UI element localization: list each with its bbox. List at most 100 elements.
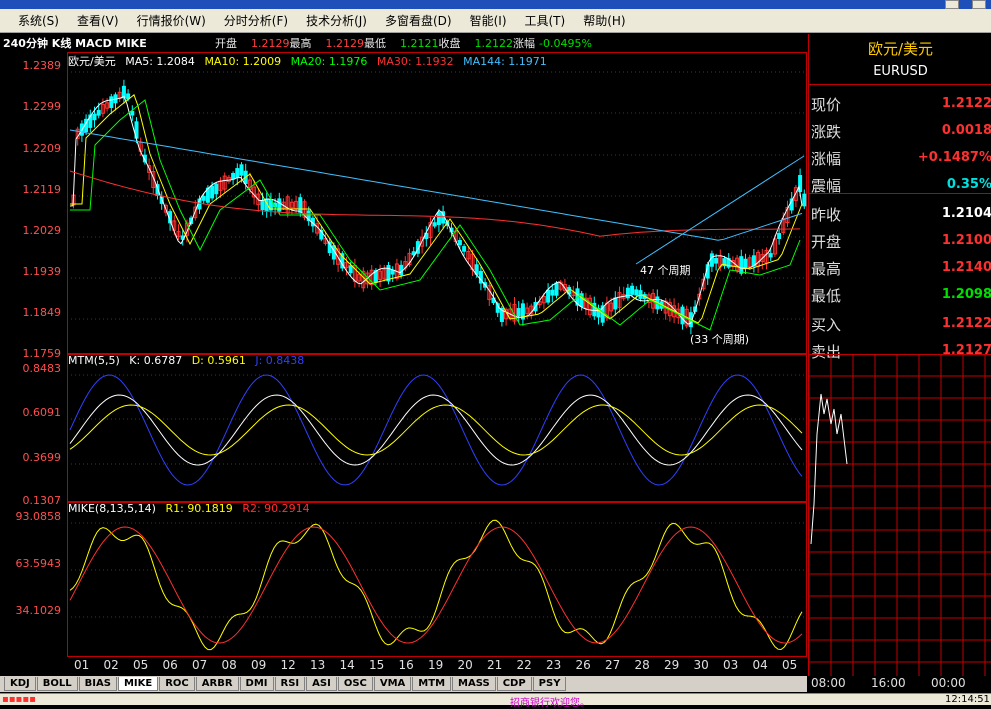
x-tick-label: 15	[369, 658, 385, 672]
quote-row-label: 买入	[811, 316, 842, 334]
trend-line	[635, 155, 805, 265]
intraday-time-label: 08:00	[811, 676, 846, 690]
tab-osc[interactable]: OSC	[337, 677, 373, 691]
period-annotation: (33 个周期)	[690, 333, 749, 346]
x-tick-label: 27	[605, 658, 621, 672]
quote-row-label: 涨跌	[811, 123, 842, 141]
quote-row-value: 1.2100	[941, 233, 991, 248]
candle-body	[739, 256, 744, 274]
quote-row-value: +0.1487%	[917, 150, 991, 165]
ma144-legend: MA144: 1.1971	[463, 55, 547, 68]
candle-body	[92, 113, 97, 121]
status-clock: 12:14:51	[945, 694, 990, 705]
quote-row-label: 涨幅	[811, 150, 842, 168]
tab-boll[interactable]: BOLL	[36, 677, 78, 691]
candle-body	[231, 172, 236, 180]
candle-body	[96, 109, 101, 116]
candle-body	[743, 258, 748, 269]
x-tick-label: 07	[192, 658, 208, 672]
x-tick-label: 05	[782, 658, 798, 672]
mike-legend: MIKE(8,13,5,14) R1: 90.1819 R2: 90.2914	[68, 502, 316, 515]
candle-body	[210, 185, 215, 199]
mtm-title: MTM(5,5)	[68, 354, 120, 367]
mtm-d-value: D: 0.5961	[191, 354, 246, 367]
candle-body	[109, 96, 114, 108]
y-tick-label: 1.1759	[22, 347, 62, 360]
candle-body	[260, 199, 265, 211]
tab-mike[interactable]: MIKE	[117, 677, 159, 691]
tab-asi[interactable]: ASI	[306, 677, 337, 691]
tab-rsi[interactable]: RSI	[274, 677, 306, 691]
ma20-line	[70, 99, 801, 331]
tab-vma[interactable]: VMA	[373, 677, 412, 691]
chart-canvas: 47 个周期 (33 个周期)	[67, 71, 807, 651]
candle-body	[554, 282, 559, 296]
candle-body	[457, 240, 462, 246]
candle-body	[709, 253, 714, 267]
candle-body	[390, 269, 395, 275]
x-tick-label: 23	[546, 658, 562, 672]
x-tick-label: 08	[221, 658, 237, 672]
quote-row-label: 现价	[811, 96, 842, 114]
quote-row-value: 1.2122	[941, 316, 991, 331]
intraday-mini-chart[interactable]	[809, 354, 991, 676]
candle-body	[630, 285, 635, 295]
tab-dmi[interactable]: DMI	[239, 677, 274, 691]
x-tick-label: 12	[280, 658, 296, 672]
status-left-marquee: ▪▪▪▪▪	[2, 694, 36, 705]
candle-body	[777, 233, 782, 239]
candle-body	[634, 289, 639, 296]
y-tick-label: 93.0858	[15, 510, 62, 523]
x-tick-label: 30	[693, 658, 709, 672]
intraday-time-label: 16:00	[871, 676, 906, 690]
y-tick-label: 63.5943	[15, 557, 62, 570]
status-bar: ▪▪▪▪▪ 招商银行欢迎您。 12:14:51	[0, 693, 991, 709]
candle-body	[399, 264, 404, 276]
y-tick-label: 1.2209	[22, 142, 62, 155]
tab-roc[interactable]: ROC	[159, 677, 195, 691]
candle-body	[214, 183, 219, 195]
y-tick-label: 1.2029	[22, 224, 62, 237]
quote-separator	[809, 84, 991, 85]
minimize-button[interactable]	[945, 0, 959, 9]
indicator-tabs: KDJ BOLL BIAS MIKE ROC ARBR DMI RSI ASI OSC VMA MTM…	[0, 676, 807, 692]
candle-body	[613, 297, 618, 310]
mike-r1-value: R1: 90.1819	[165, 502, 233, 515]
x-tick-label: 01	[74, 658, 90, 672]
close-button[interactable]	[972, 0, 986, 9]
mtm-legend: MTM(5,5) K: 0.6787 D: 0.5961 J: 0.8438	[68, 354, 310, 367]
candle-body	[768, 253, 773, 258]
x-tick-label: 22	[516, 658, 532, 672]
tab-arbr[interactable]: ARBR	[195, 677, 239, 691]
quote-row-label: 开盘	[811, 233, 842, 251]
x-tick-label: 13	[310, 658, 326, 672]
tab-mtm[interactable]: MTM	[412, 677, 452, 691]
instrument-name: 欧元/美元	[68, 55, 116, 68]
y-tick-label: 1.1849	[22, 306, 62, 319]
quote-row: 昨收 1.2104	[809, 200, 991, 226]
tab-psy[interactable]: PSY	[532, 677, 567, 691]
intraday-time-label: 00:00	[931, 676, 966, 690]
x-tick-label: 28	[634, 658, 650, 672]
quote-row-label: 昨收	[811, 206, 842, 224]
y-tick-label: 1.2389	[22, 59, 62, 72]
quote-row: 涨跌 0.0018	[809, 117, 991, 143]
candle-body	[714, 257, 719, 264]
quote-instrument-name: 欧元/美元	[867, 40, 934, 58]
price-legend: 欧元/美元 MA5: 1.2084 MA10: 1.2009 MA20: 1.1…	[68, 53, 553, 69]
x-tick-label: 04	[752, 658, 768, 672]
candle-body	[462, 246, 467, 252]
tab-mass[interactable]: MASS	[452, 677, 496, 691]
candle-body	[201, 195, 206, 201]
x-tick-label: 21	[487, 658, 503, 672]
candle-body	[546, 289, 551, 303]
tab-kdj[interactable]: KDJ	[4, 677, 36, 691]
tab-bias[interactable]: BIAS	[78, 677, 117, 691]
x-tick-label: 05	[133, 658, 149, 672]
quote-row: 涨幅 +0.1487%	[809, 144, 991, 170]
tab-cdp[interactable]: CDP	[496, 677, 532, 691]
mtm-j-line	[69, 374, 803, 486]
candle-body	[298, 197, 303, 213]
quote-instrument-code: EURUSD	[873, 64, 928, 79]
y-tick-label: 0.6091	[22, 406, 62, 419]
